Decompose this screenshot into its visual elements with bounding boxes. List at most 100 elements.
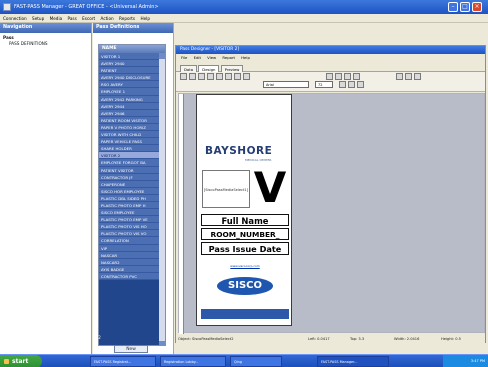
list-column-header[interactable]: NAME [99,45,165,53]
designer-menu-file[interactable]: File [181,55,187,60]
task-registration-lobby[interactable]: Registration Lobby... [160,356,226,367]
bold-icon[interactable] [339,81,346,88]
field-tool-icon[interactable] [234,73,241,80]
list-item[interactable]: SISCO HOR EMPLOYEE [99,187,165,195]
barcode-tool-icon[interactable] [207,73,214,80]
nav-item-pass-definitions[interactable]: PASS DEFINITIONS [3,41,88,47]
designer-menu-view[interactable]: View [207,55,216,60]
full-name-field[interactable]: Full Name [201,214,289,226]
status-width: Width: 2.0416 [394,337,420,341]
task-fastpass-registration[interactable]: FAST-PASS Registrat... [90,356,156,367]
list-item[interactable]: VISITOR WITH CHILD [99,131,165,139]
align-right-icon[interactable] [344,73,351,80]
tab-preview[interactable]: Preview [220,65,244,72]
tab-data[interactable]: Data [180,65,198,72]
minimize-button[interactable]: – [448,2,458,12]
visitor-letter[interactable]: V [253,164,287,212]
list-item[interactable]: PAPER VEHICLE PASS [99,138,165,146]
list-item[interactable]: AVERY 2942 PARKING [99,95,165,103]
design-canvas[interactable]: BAYSHORE MEDICAL CENTER [SiscoPassMediaS… [178,93,485,334]
designer-menubar: File Edit View Report Help [176,54,485,62]
list-item[interactable]: PLASTIC PHOTO EMP VE [99,216,165,224]
select-tool-icon[interactable] [180,73,187,80]
line-tool-icon[interactable] [225,73,232,80]
align-center-icon[interactable] [335,73,342,80]
app-icon [3,3,11,11]
website-link[interactable]: www.siscocorp.com [217,263,273,269]
room-number-field[interactable]: ROOM_NUMBER_ [201,228,289,240]
designer-menu-help[interactable]: Help [241,55,250,60]
shape-tool-icon[interactable] [216,73,223,80]
task-qing[interactable]: Qing [230,356,282,367]
status-height: Height: 0.5 [441,337,461,341]
close-button[interactable]: × [472,2,482,12]
align-left-icon[interactable] [326,73,333,80]
tab-design[interactable]: Design [198,65,220,72]
list-item[interactable]: PATIENT ROOM VISITOR [99,116,165,124]
list-item[interactable]: SISCO EMPLOYEE [99,209,165,217]
list-item[interactable]: PAPER V PHOTO HORIZ [99,123,165,132]
distribute-icon[interactable] [353,73,360,80]
list-item[interactable]: AVERY 2940 [99,60,165,68]
font-size-select[interactable]: 72 [315,81,333,88]
badge-layout[interactable]: BAYSHORE MEDICAL CENTER [SiscoPassMediaS… [196,94,292,326]
designer-menu-report[interactable]: Report [222,55,235,60]
list-item[interactable]: PLASTIC DBL SIDED PH [99,194,165,202]
text-tool-icon[interactable] [189,73,196,80]
list-item[interactable]: AVERY 2944 [99,102,165,110]
menu-setup[interactable]: Setup [32,16,44,21]
italic-icon[interactable] [348,81,355,88]
list-item[interactable]: PLASTIC PHOTO EMP H [99,201,165,210]
list-item[interactable]: PLASTIC PHOTO VIS VO [99,230,165,238]
list-item[interactable]: CHAPERONE [99,180,165,188]
list-item[interactable]: AYIS BADGE [99,265,165,273]
scroll-down-arrow-icon[interactable] [159,341,165,345]
list-item[interactable]: NASCAR2 [99,258,165,266]
list-item[interactable]: VISITOR 2 [99,152,165,160]
list-item[interactable]: VIP [99,244,165,252]
list-item[interactable]: VISITOR 1 [99,53,165,61]
designer-title: Pass Designer - [VISITOR 2] [180,47,240,52]
image-tool-icon[interactable] [198,73,205,80]
list-item[interactable]: PLASTIC PHOTO VIS HO [99,223,165,231]
list-item[interactable]: EMPLOYEE FORGOT BA [99,159,165,167]
media-select-field[interactable]: [SiscoPassMediaSelect1] [202,170,250,208]
navigation-tree: Pass PASS DEFINITIONS [0,33,91,48]
start-button[interactable]: start [0,355,42,367]
scroll-up-arrow-icon[interactable] [159,53,165,59]
designer-menu-edit[interactable]: Edit [194,55,201,60]
list-item[interactable]: CORRELATION [99,237,165,245]
list-item[interactable]: CONTRACTOR PVC [99,272,165,280]
menu-escort[interactable]: Escort [82,16,95,21]
menu-pass[interactable]: Pass [68,16,77,21]
menu-reports[interactable]: Reports [119,16,135,21]
maximize-button[interactable]: □ [460,2,470,12]
clock[interactable]: 3:47 PM [471,359,485,363]
new-button[interactable]: New [114,345,148,353]
pass-definitions-list[interactable]: NAME VISITOR 1 AVERY 2940 PATIENT AVERY 294… [98,44,166,346]
list-item[interactable]: PATIENT VISITOR [99,166,165,174]
font-select[interactable]: Arial [263,81,309,88]
list-item[interactable]: CONTRACTOR JF [99,173,165,181]
list-scrollbar[interactable] [159,53,165,345]
list-item[interactable]: SHARE HOLDER [99,145,165,153]
list-item[interactable]: AVERY 2946 [99,109,165,117]
menu-help[interactable]: Help [140,16,150,21]
menu-connection[interactable]: Connection [3,16,27,21]
list-item[interactable]: EMPLOYEE 1 [99,88,165,96]
save-icon[interactable] [405,73,412,80]
list-item[interactable]: AVERY 2940 DISCLOSURE [99,74,165,82]
underline-icon[interactable] [357,81,364,88]
task-fastpass-manager[interactable]: FAST-PASS Manager... [317,356,389,367]
list-item[interactable]: PATIENT [99,67,165,75]
pass-issue-date-field[interactable]: Pass Issue Date [201,242,289,255]
list-item[interactable]: RSO AVERY [99,81,165,89]
print-icon[interactable] [396,73,403,80]
taskbar: start FAST-PASS Registrat... Registratio… [0,354,488,367]
pass-definitions-header: Pass Definitions [93,23,173,33]
list-item[interactable]: NASCAR [99,251,165,259]
undo-icon[interactable] [414,73,421,80]
photo-tool-icon[interactable] [243,73,250,80]
menu-action[interactable]: Action [101,16,114,21]
menu-media[interactable]: Media [50,16,63,21]
